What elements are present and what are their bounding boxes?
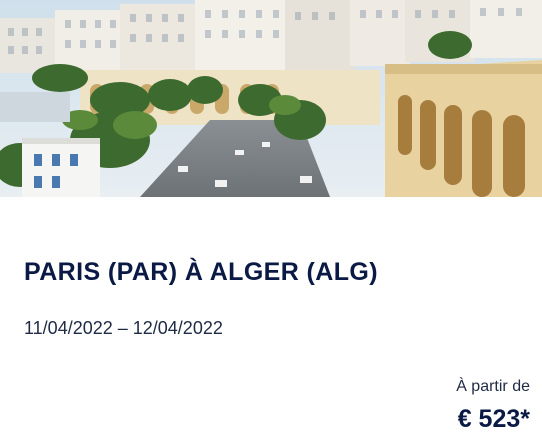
travel-dates: 11/04/2022 – 12/04/2022 <box>24 318 223 338</box>
destination-photo <box>0 0 542 197</box>
price-from-label: À partir de <box>456 378 530 395</box>
price-amount: € 523* <box>457 405 530 433</box>
offer-card[interactable]: PARIS (PAR) À ALGER (ALG) 11/04/2022 – 1… <box>0 0 542 442</box>
route-title: PARIS (PAR) À ALGER (ALG) <box>24 258 378 286</box>
